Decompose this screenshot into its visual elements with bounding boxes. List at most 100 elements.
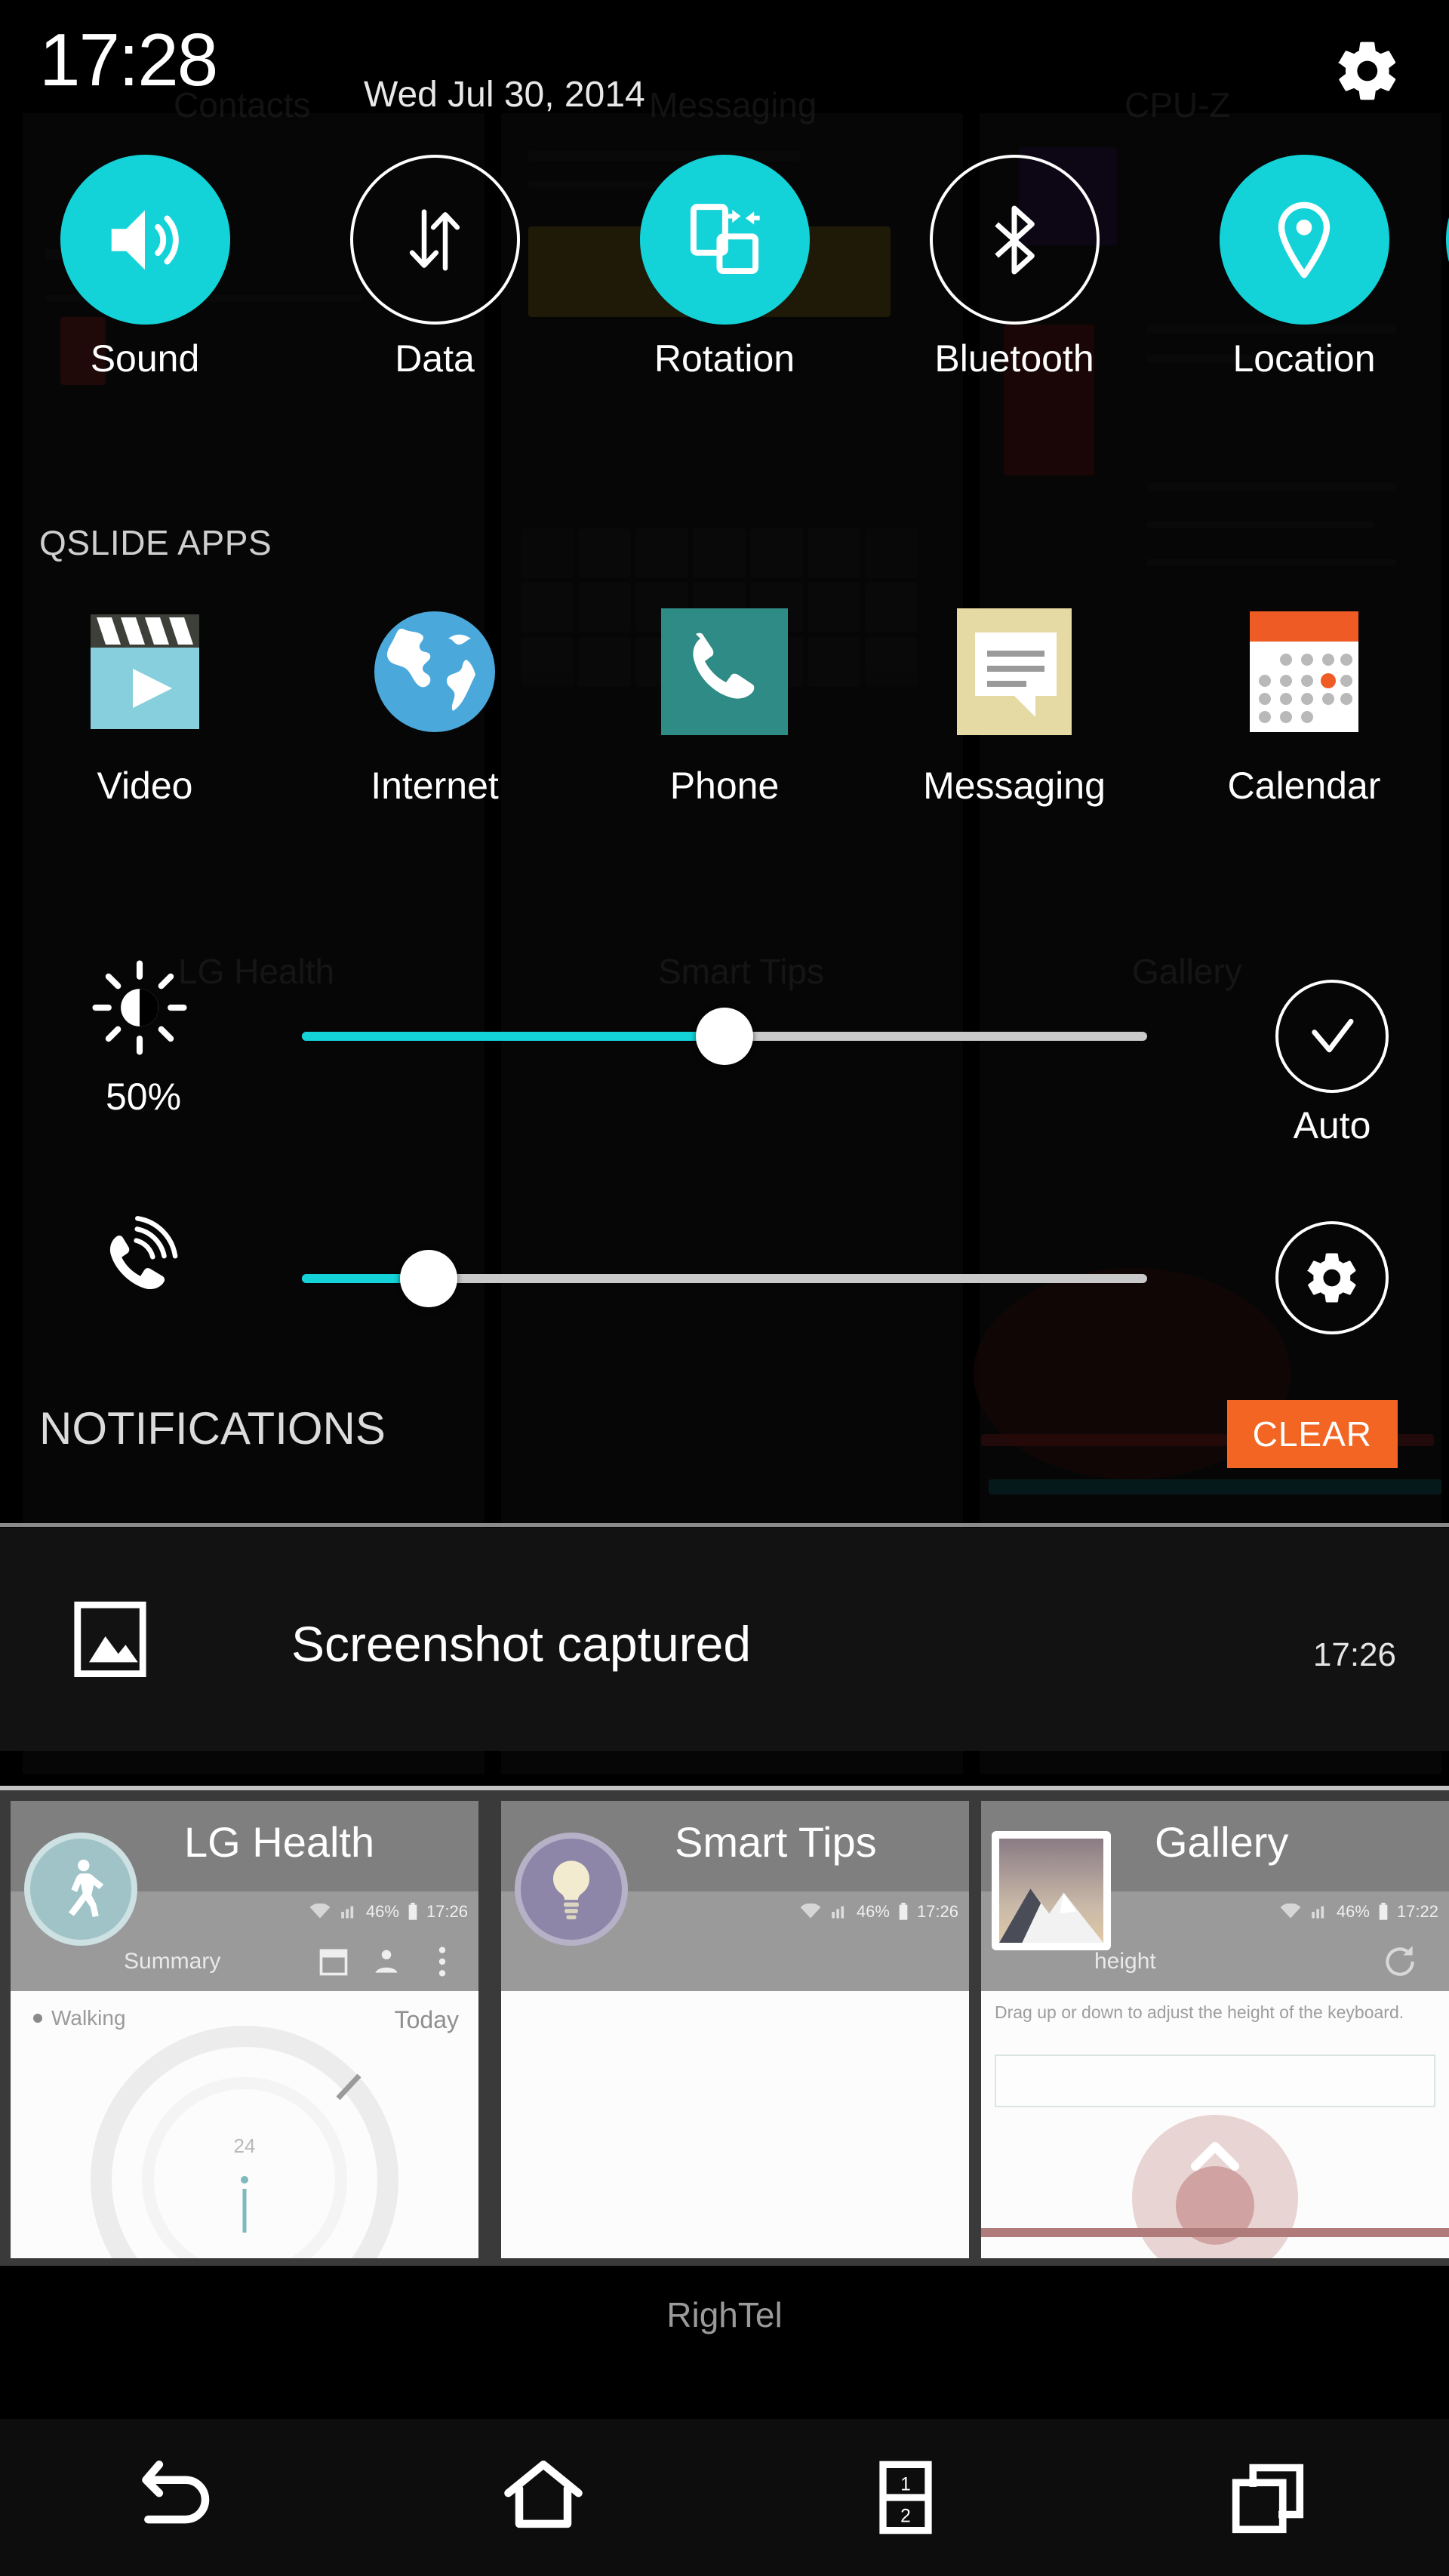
wifi-icon [800,1904,821,1919]
quick-toggles-row: Sound Data Rotation Bluetooth Location [0,155,1449,449]
recent-app-card-gallery[interactable]: Gallery 46% 17:22 height Drag up or down… [981,1801,1449,2258]
toggle-data[interactable]: Data [290,155,580,380]
wifi-icon [1280,1904,1301,1919]
toggle-rotation-label: Rotation [654,337,795,380]
status-bar: 17:28 Wed Jul 30, 2014 [0,0,1449,140]
card-body: Walking Today 24 [11,1991,478,2258]
brightness-auto-label: Auto [1293,1104,1371,1146]
nav-recents-button[interactable] [1087,2419,1449,2576]
card-subtitle: Summary [124,1949,221,1974]
bluetooth-icon [995,205,1035,274]
card-title: Gallery [1155,1818,1289,1866]
qslide-app-calendar[interactable]: Calendar [1159,596,1449,808]
toggle-sound-label: Sound [90,337,200,380]
qslide-app-calendar-label: Calendar [1227,765,1381,807]
brightness-slider-thumb[interactable] [696,1008,753,1065]
notification-title: Screenshot captured [291,1616,752,1672]
toggle-bluetooth-circle[interactable] [929,155,1100,325]
toggle-sound[interactable]: Sound [0,155,290,380]
dual-window-icon: 1 2 [879,2461,932,2534]
qslide-app-video-label: Video [97,765,193,807]
recent-app-card-lg-health[interactable]: LG Health 46% 17:26 Summary Walking Toda… [11,1801,478,2258]
toggle-location-circle[interactable] [1219,155,1389,325]
card-title: Smart Tips [675,1818,877,1866]
card-battery: 46% [856,1902,890,1921]
clock-time: 17:28 [39,18,218,101]
card-time: 17:22 [1396,1902,1438,1921]
battery-icon [1379,1903,1388,1920]
walking-person-icon [24,1833,137,1946]
check-circle-icon [1312,1018,1354,1053]
qslide-app-messaging-label: Messaging [923,765,1106,807]
toggle-data-label: Data [395,337,475,380]
brightness-sun-icon [91,959,189,1057]
notification-shade: Contacts Messaging CPU-Z LG Health Smart… [0,0,1449,2576]
card-body: Drag up or down to adjust the height of … [981,1991,1449,2258]
card-battery: 46% [1336,1902,1370,1921]
brightness-slider-track[interactable] [302,1008,1147,1065]
brightness-slider-fill [302,1032,724,1041]
mountain-photo-icon [992,1831,1111,1950]
nav-home-button[interactable] [362,2419,724,2576]
toggle-sound-circle[interactable] [60,155,230,325]
notifications-header: NOTIFICATIONS [39,1403,386,1454]
screen-rotation-icon [690,203,760,274]
card-body-left: Walking [51,2006,126,2030]
wifi-icon [309,1904,331,1919]
reset-icon [1386,1946,1414,1976]
brightness-auto-button[interactable] [1275,980,1389,1093]
volume-slider-thumb[interactable] [400,1250,457,1307]
sound-settings-button[interactable] [1275,1221,1389,1334]
qslide-app-video[interactable]: Video [0,596,290,808]
card-battery: 46% [365,1902,399,1921]
battery-icon [899,1903,908,1920]
qslide-app-phone[interactable]: Phone [580,596,869,808]
volume-speaker-icon [111,210,179,269]
card-body-left: Drag up or down to adjust the height of … [995,2002,1404,2022]
card-gauge-value: 24 [233,2134,256,2157]
recent-apps-icon [1232,2464,1304,2534]
toggle-location-label: Location [1232,337,1376,380]
legend-dot [33,2014,42,2023]
card-time: 17:26 [916,1902,958,1921]
qslide-apps-row: Video Internet Phone Messaging Calendar [0,596,1449,808]
ringer-volume-icon [91,1215,189,1313]
qslide-app-phone-label: Phone [669,765,780,807]
notification-time: 17:26 [1312,1636,1396,1673]
lightbulb-icon [515,1833,628,1946]
gear-icon[interactable] [1333,36,1402,106]
data-transfer-arrows-icon [409,208,460,271]
dual-window-bottom-number: 2 [900,2507,911,2527]
qslide-app-internet[interactable]: Internet [290,596,580,808]
clear-notifications-button[interactable]: CLEAR [1226,1400,1398,1468]
clock-date: Wed Jul 30, 2014 [364,75,645,115]
volume-slider-track[interactable] [302,1250,1147,1307]
toggle-rotation-circle[interactable] [639,155,810,325]
recent-app-card-smart-tips[interactable]: Smart Tips 46% 17:26 [501,1801,969,2258]
calendar-small-icon [319,1949,348,1976]
image-picture-icon [74,1600,146,1679]
qslide-app-messaging[interactable]: Messaging [869,596,1159,808]
gallery-divider [981,2228,1449,2237]
card-subtitle: height [1094,1949,1156,1974]
gear-circle-icon [1307,1253,1356,1303]
person-icon [375,1950,398,1973]
calendar-icon [1229,596,1380,747]
toggle-data-circle[interactable] [349,155,520,325]
toggle-more-partial[interactable] [1386,155,1449,325]
globe-icon [359,596,510,747]
nav-back-button[interactable] [0,2419,362,2576]
toggle-bluetooth[interactable]: Bluetooth [869,155,1159,380]
phone-handset-icon [649,596,800,747]
toggle-rotation[interactable]: Rotation [580,155,869,380]
notifications-divider [0,1523,1449,1527]
qslide-app-internet-label: Internet [371,765,499,807]
nav-dual-window-button[interactable]: 1 2 [724,2419,1087,2576]
carrier-name: RighTel [666,2295,783,2334]
signal-icon [1312,1906,1324,1919]
card-title: LG Health [184,1818,375,1866]
signal-icon [341,1906,354,1919]
toggle-more-circle[interactable] [1445,155,1449,325]
toggle-bluetooth-label: Bluetooth [934,337,1094,380]
home-house-icon [504,2461,583,2528]
